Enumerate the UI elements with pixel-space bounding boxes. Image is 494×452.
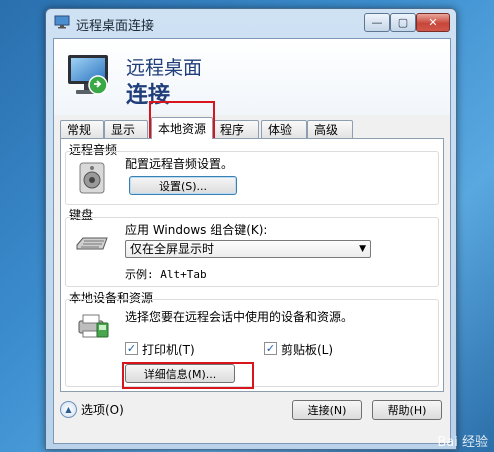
printer-label[interactable]: 打印机(T) (142, 341, 195, 358)
window-client-area: 远程桌面 连接 常规 显示 本地资源 程序 体验 高级 远程音频 配置远程音频设… (53, 38, 451, 444)
audio-settings-button[interactable]: 设置(S)... (129, 176, 237, 195)
tab-experience[interactable]: 体验 (261, 120, 307, 138)
windows-key-combo-label: 应用 Windows 组合键(K): (125, 223, 268, 237)
connect-button[interactable]: 连接(N) (292, 400, 362, 420)
speaker-icon (79, 162, 105, 194)
keyboard-icon (76, 237, 108, 250)
tab-label: 体验 (268, 123, 293, 137)
close-button[interactable]: ✕ (416, 13, 450, 32)
local-resources-panel: 远程音频 配置远程音频设置。 设置(S)... 键盘 应用 Windows 组合… (60, 138, 444, 392)
key-combo-dropdown[interactable]: 仅在全屏显示时 ▼ (125, 240, 371, 258)
tab-label: 本地资源 (158, 122, 207, 136)
key-combo-selected-value: 仅在全屏显示时 (130, 242, 215, 256)
audio-description: 配置远程音频设置。 (125, 157, 234, 171)
remote-desktop-window: 远程桌面连接 — ▢ ✕ 远程桌面 连接 常规 显示 本地资源 程序 体验 高级… (45, 8, 457, 450)
clipboard-label[interactable]: 剪贴板(L) (281, 341, 333, 358)
tab-label: 显示 (111, 123, 136, 137)
window-title: 远程桌面连接 (76, 19, 155, 34)
printer-checkbox[interactable]: ✓ (125, 342, 138, 355)
tab-general[interactable]: 常规 (60, 120, 104, 138)
tab-label: 程序 (220, 123, 245, 137)
watermark: Bai 经验 (437, 435, 488, 450)
maximize-icon: ▢ (397, 16, 409, 29)
maximize-button[interactable]: ▢ (390, 13, 416, 32)
tabs-area: 常规 显示 本地资源 程序 体验 高级 远程音频 配置远程音频设置。 设置(S)… (54, 115, 450, 443)
minimize-icon: — (371, 16, 383, 29)
tab-label: 常规 (67, 123, 92, 137)
close-icon: ✕ (428, 16, 438, 29)
tab-programs[interactable]: 程序 (213, 120, 259, 138)
minimize-button[interactable]: — (364, 13, 390, 32)
details-button[interactable]: 详细信息(M)... (125, 364, 235, 383)
keyboard-example-text: 示例: Alt+Tab (125, 268, 207, 281)
printer-devices-icon (78, 314, 109, 338)
chevron-down-icon: ▼ (359, 244, 366, 254)
tab-label: 高级 (314, 123, 339, 137)
options-label: 选项(O) (81, 403, 124, 417)
clipboard-checkbox[interactable]: ✓ (264, 342, 277, 355)
remote-desktop-icon (54, 15, 70, 29)
tab-advanced[interactable]: 高级 (307, 120, 353, 138)
tab-local-resources[interactable]: 本地资源 (151, 117, 213, 139)
header-banner: 远程桌面 连接 (54, 39, 450, 115)
options-toggle[interactable]: ▲ 选项(O) (60, 401, 124, 418)
title-bar[interactable]: 远程桌面连接 — ▢ ✕ (46, 9, 456, 37)
header-title-line2: 连接 (126, 83, 171, 108)
chevron-up-icon: ▲ (60, 401, 77, 418)
tab-display[interactable]: 显示 (104, 120, 148, 138)
help-button[interactable]: 帮助(H) (372, 400, 442, 420)
header-title-line1: 远程桌面 (126, 57, 203, 79)
remote-audio-group (65, 151, 439, 205)
monitor-icon (68, 55, 108, 95)
devices-description: 选择您要在远程会话中使用的设备和资源。 (125, 310, 354, 324)
